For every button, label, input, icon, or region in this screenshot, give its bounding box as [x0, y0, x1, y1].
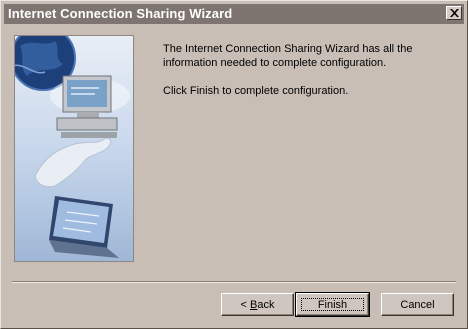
finish-button-label: Finish — [317, 298, 348, 311]
button-separator — [12, 281, 456, 283]
back-button-mnemonic: B — [250, 298, 258, 311]
completion-message: The Internet Connection Sharing Wizard h… — [163, 43, 413, 69]
back-button[interactable]: < Back — [221, 293, 294, 316]
cancel-button[interactable]: Cancel — [381, 293, 454, 316]
finish-button[interactable]: Finish — [295, 292, 370, 317]
back-button-label-rest: ack — [257, 298, 275, 311]
wizard-illustration — [14, 35, 134, 262]
close-button[interactable] — [446, 6, 462, 20]
close-icon — [450, 9, 459, 17]
window-title: Internet Connection Sharing Wizard — [8, 6, 233, 21]
finish-instruction: Click Finish to complete configuration. — [163, 85, 349, 97]
back-button-prefix: < — [240, 298, 250, 311]
wizard-window: Internet Connection Sharing Wizard The I… — [0, 0, 468, 329]
cancel-button-label: Cancel — [400, 298, 435, 311]
title-bar[interactable]: Internet Connection Sharing Wizard — [4, 4, 464, 24]
